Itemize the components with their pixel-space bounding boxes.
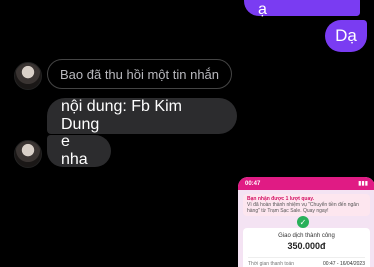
row-label: Thời gian thanh toán xyxy=(248,261,295,267)
outgoing-message-bubble[interactable]: Dạ xyxy=(325,20,367,52)
image-notice: Bạn nhận được 1 lượt quay. Vì đã hoàn th… xyxy=(243,194,370,216)
message-text: nội dung: Fb Kim Dung xyxy=(61,98,182,133)
outgoing-message-bubble[interactable]: Giờ e về sao ạ xyxy=(244,0,360,18)
row-value: 00:47 - 16/04/2023 xyxy=(323,261,365,267)
transaction-card: Giao dịch thành công 350.000đ Thời gian … xyxy=(243,228,370,267)
recall-text: Bao đã thu hồi một tin nhắn xyxy=(60,66,220,82)
battery-icon: ▮▮▮ xyxy=(358,181,368,187)
recalled-message-notice: Bao đã thu hồi một tin nhắn xyxy=(47,59,233,89)
incoming-message-bubble[interactable]: e nha xyxy=(47,133,111,168)
incoming-message-bubble[interactable]: nội dung: Fb Kim Dung xyxy=(47,98,237,134)
message-text: e nha xyxy=(61,133,88,168)
image-status-bar: 00:47 ▮▮▮ xyxy=(238,177,374,190)
message-text: Dạ xyxy=(335,26,357,45)
notice-body: Vì đã hoàn thành nhiệm vụ "Chuyển tiền đ… xyxy=(247,202,359,214)
transaction-status: Giao dịch thành công xyxy=(278,233,335,239)
avatar[interactable] xyxy=(14,140,42,168)
shared-image[interactable]: 00:47 ▮▮▮ Bạn nhận được 1 lượt quay. Vì … xyxy=(238,177,374,267)
image-time: 00:47 xyxy=(245,180,261,187)
message-text: Giờ e về sao ạ xyxy=(258,1,267,18)
success-check-icon: ✓ xyxy=(297,216,309,228)
avatar[interactable] xyxy=(14,62,42,90)
transaction-amount: 350.000đ xyxy=(287,241,326,251)
transaction-time-row: Thời gian thanh toán 00:47 - 16/04/2023 xyxy=(248,257,365,267)
